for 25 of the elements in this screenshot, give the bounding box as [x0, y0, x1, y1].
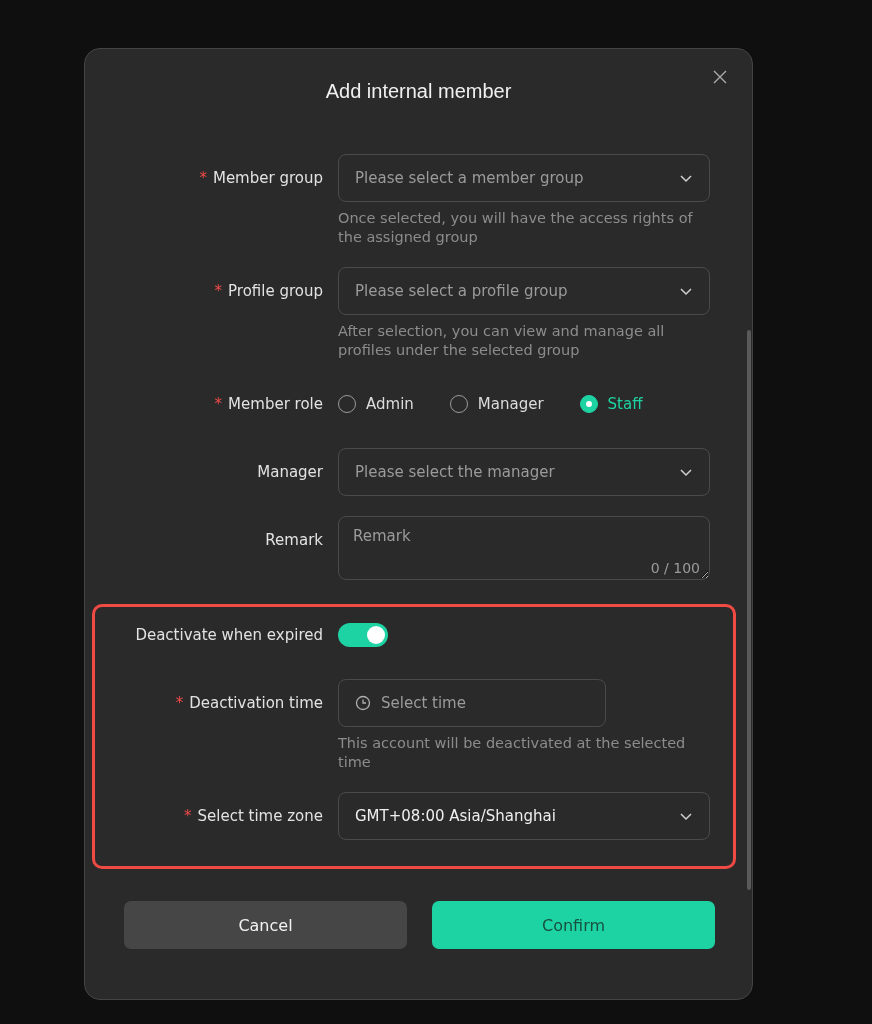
field-label: Deactivate when expired — [134, 625, 323, 646]
toggle-switch[interactable] — [338, 623, 388, 647]
select-field[interactable]: Please select the manager — [338, 448, 710, 496]
character-counter: 0 / 100 — [650, 560, 700, 576]
radio-option[interactable]: Manager — [449, 395, 544, 413]
select-field[interactable]: Please select a member group — [338, 154, 710, 202]
dialog-title: Add internal member — [324, 79, 513, 103]
field-label: * Member role — [213, 394, 323, 415]
time-picker-field[interactable]: Select time — [338, 679, 606, 727]
select-field[interactable]: Please select a profile group — [338, 267, 710, 315]
field-label: * Select time zone — [183, 806, 323, 827]
help-text: This account will be deactivated at the selected time — [338, 734, 687, 772]
radio-option[interactable]: Staff — [579, 395, 643, 413]
radio-option[interactable]: Admin — [338, 395, 414, 413]
cancel-button[interactable]: Cancel — [124, 901, 407, 949]
confirm-button[interactable]: Confirm — [432, 901, 715, 949]
select-field[interactable]: GMT+08:00 Asia/Shanghai — [338, 792, 710, 840]
field-label: * Profile group — [213, 281, 323, 302]
help-text: After selection, you can view and manage all profiles under the selected group — [338, 322, 666, 360]
field-label: Manager — [256, 462, 323, 483]
clock-icon — [355, 695, 371, 711]
field-label: * Deactivation time — [174, 693, 323, 714]
field-label: Remark — [264, 530, 323, 551]
help-text: Once selected, you will have the access rights of the assigned group — [338, 209, 694, 247]
field-label: * Member group — [198, 168, 323, 189]
